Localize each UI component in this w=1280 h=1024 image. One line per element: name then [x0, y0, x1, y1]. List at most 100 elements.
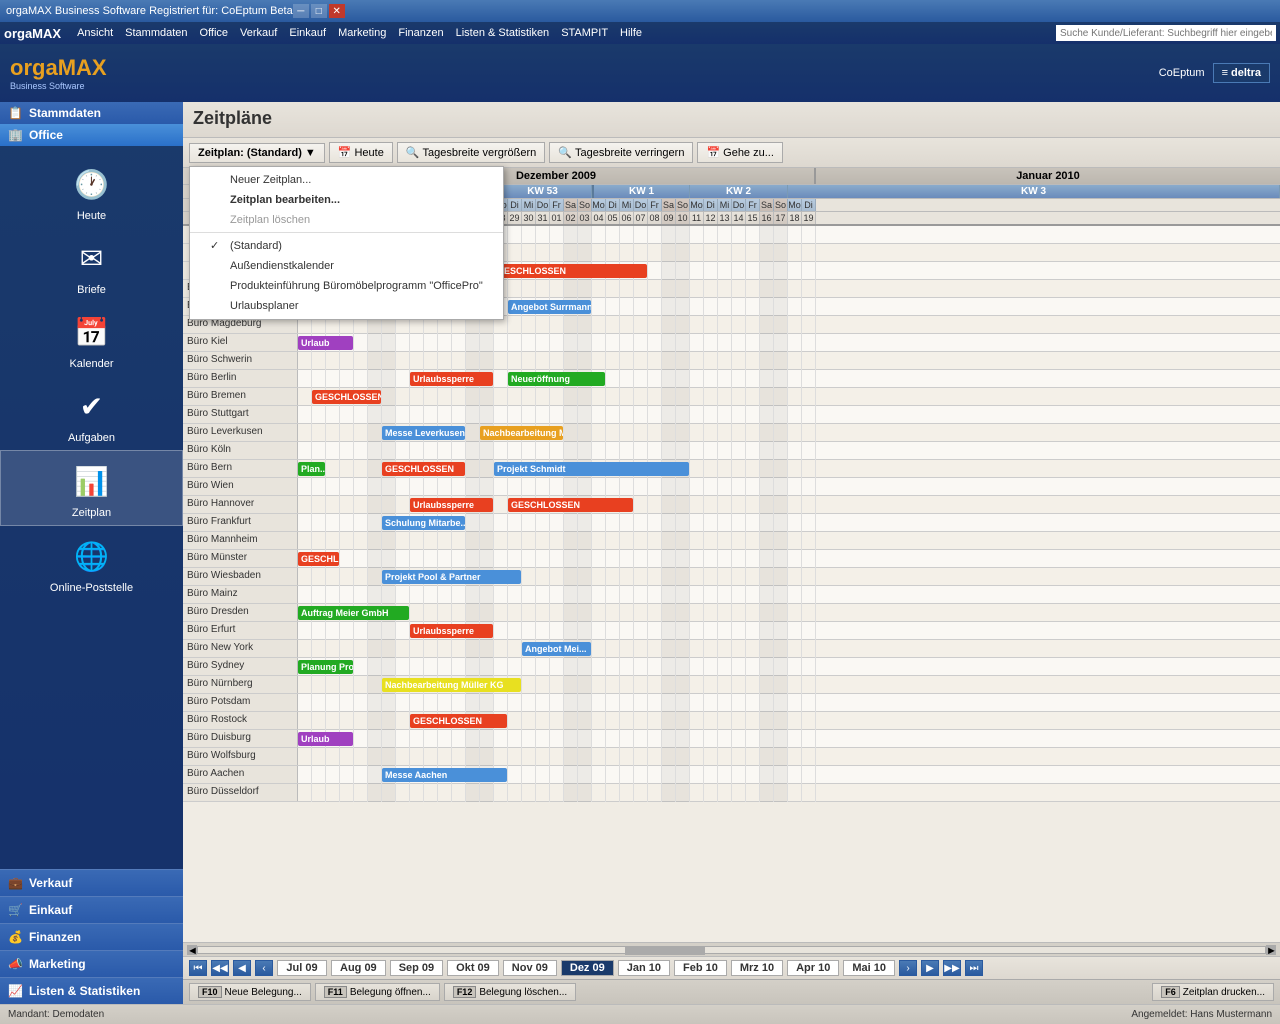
sidebar-item-kalender[interactable]: 📅 Kalender: [0, 302, 183, 376]
sidebar-item-listen[interactable]: 📈 Listen & Statistiken: [0, 977, 183, 1004]
nav-mai10[interactable]: Mai 10: [843, 960, 895, 976]
menu-listen[interactable]: Listen & Statistiken: [450, 25, 556, 41]
sidebar-section-office[interactable]: 🏢 Office: [0, 124, 183, 146]
zeitplan-drucken-button[interactable]: F6 Zeitplan drucken...: [1152, 983, 1274, 1001]
dropdown-buromobel[interactable]: Produkteinführung Büromöbelprogramm "Off…: [190, 276, 503, 296]
belegung-oeffnen-button[interactable]: F11 Belegung öffnen...: [315, 983, 440, 1001]
nav-first-button[interactable]: ⏮: [189, 960, 207, 976]
dropdown-new[interactable]: Neuer Zeitplan...: [190, 170, 503, 190]
event-27-0[interactable]: GESCHLOSSEN: [410, 714, 507, 728]
event-11-1[interactable]: Nachbearbeitung Me...: [480, 426, 563, 440]
menu-hilfe[interactable]: Hilfe: [614, 25, 648, 41]
sidebar-item-zeitplan[interactable]: 📊 Zeitplan: [0, 450, 183, 526]
nav-next-button[interactable]: ▶: [921, 960, 939, 976]
maximize-button[interactable]: □: [311, 4, 327, 18]
menu-verkauf[interactable]: Verkauf: [234, 25, 283, 41]
event-19-0[interactable]: Projekt Pool & Partner: [382, 570, 521, 584]
dropdown-urlaubsplaner[interactable]: Urlaubsplaner: [190, 296, 503, 316]
nav-apr10[interactable]: Apr 10: [787, 960, 839, 976]
event-23-0[interactable]: Angebot Mei...: [522, 642, 591, 656]
menu-finanzen[interactable]: Finanzen: [392, 25, 449, 41]
cal-body[interactable]: lung Müller KGEröffnung Heinze ...GESCHL…: [183, 226, 1280, 942]
menu-einkauf[interactable]: Einkauf: [283, 25, 332, 41]
event-15-0[interactable]: Urlaubssperre: [410, 498, 493, 512]
titlebar: orgaMAX Business Software Registriert fü…: [0, 0, 1280, 22]
nav-prev-small-button[interactable]: ‹: [255, 960, 273, 976]
event-6-0[interactable]: Urlaub: [298, 336, 353, 350]
event-16-0[interactable]: Schulung Mitarbe...: [382, 516, 465, 530]
cal-scrollbar[interactable]: ◄ ►: [183, 942, 1280, 956]
sidebar-item-briefe[interactable]: ✉ Briefe: [0, 228, 183, 302]
dropdown-standard[interactable]: ✓ (Standard): [190, 235, 503, 256]
sidebar-section-stammdaten[interactable]: 📋 Stammdaten: [0, 102, 183, 124]
cell-23-3: [340, 640, 354, 658]
event-22-0[interactable]: Urlaubssperre: [410, 624, 493, 638]
scroll-left-icon[interactable]: ◄: [187, 945, 197, 955]
nav-last-button[interactable]: ⏭: [965, 960, 983, 976]
sidebar-item-verkauf[interactable]: 💼 Verkauf: [0, 869, 183, 896]
nav-next-far-button[interactable]: ▶▶: [943, 960, 961, 976]
menu-office[interactable]: Office: [194, 25, 235, 41]
menu-marketing[interactable]: Marketing: [332, 25, 392, 41]
event-30-0[interactable]: Messe Aachen: [382, 768, 507, 782]
nav-prev-button[interactable]: ◀: [233, 960, 251, 976]
event-13-0[interactable]: Plan...: [298, 462, 325, 476]
zeitplan-dropdown-button[interactable]: Zeitplan: (Standard) ▼: [189, 143, 325, 163]
nav-feb10[interactable]: Feb 10: [674, 960, 727, 976]
cell-25-32: [746, 676, 760, 694]
event-25-0[interactable]: Nachbearbeitung Müller KG: [382, 678, 521, 692]
marketing-label: Marketing: [29, 957, 86, 971]
search-input[interactable]: [1056, 25, 1276, 41]
nav-aug09[interactable]: Aug 09: [331, 960, 386, 976]
verringern-button[interactable]: 🔍 Tagesbreite verringern: [549, 142, 693, 163]
scroll-track[interactable]: [197, 946, 1266, 954]
sidebar-item-marketing[interactable]: 📣 Marketing: [0, 950, 183, 977]
dropdown-edit[interactable]: Zeitplan bearbeiten...: [190, 190, 503, 210]
menu-stammdaten[interactable]: Stammdaten: [119, 25, 193, 41]
sidebar-item-einkauf[interactable]: 🛒 Einkauf: [0, 896, 183, 923]
event-28-0[interactable]: Urlaub: [298, 732, 353, 746]
cell-31-20: [578, 784, 592, 802]
nav-next-small-button[interactable]: ›: [899, 960, 917, 976]
event-13-2[interactable]: Projekt Schmidt: [494, 462, 689, 476]
nav-mrz10[interactable]: Mrz 10: [731, 960, 783, 976]
menu-ansicht[interactable]: Ansicht: [71, 25, 119, 41]
event-4-2[interactable]: Angebot Surrmann: [508, 300, 591, 314]
sidebar-item-aufgaben[interactable]: ✔ Aufgaben: [0, 376, 183, 450]
event-9-0[interactable]: GESCHLOSSEN: [312, 390, 381, 404]
event-18-0[interactable]: GESCHL....: [298, 552, 339, 566]
sidebar-item-finanzen[interactable]: 💰 Finanzen: [0, 923, 183, 950]
event-21-0[interactable]: Auftrag Meier GmbH: [298, 606, 409, 620]
cell-7-2: [326, 352, 340, 370]
event-2-1[interactable]: GESCHLOSSEN: [494, 264, 647, 278]
event-11-0[interactable]: Messe Leverkusen: [382, 426, 465, 440]
sidebar-item-heute[interactable]: 🕐 Heute: [0, 154, 183, 228]
event-15-1[interactable]: GESCHLOSSEN: [508, 498, 633, 512]
belegung-loeschen-button[interactable]: F12 Belegung löschen...: [444, 983, 576, 1001]
event-8-1[interactable]: Neueröffnung: [508, 372, 605, 386]
event-13-1[interactable]: GESCHLOSSEN: [382, 462, 465, 476]
nav-okt09[interactable]: Okt 09: [447, 960, 499, 976]
close-button[interactable]: ✕: [329, 4, 345, 18]
nav-jan10[interactable]: Jan 10: [618, 960, 670, 976]
cell-31-30: [718, 784, 732, 802]
minimize-button[interactable]: ─: [293, 4, 309, 18]
event-8-0[interactable]: Urlaubssperre: [410, 372, 493, 386]
sidebar-item-online-poststelle[interactable]: 🌐 Online-Poststelle: [0, 526, 183, 600]
scroll-right-icon[interactable]: ►: [1266, 945, 1276, 955]
gehe-zu-button[interactable]: 📅 Gehe zu...: [697, 142, 782, 163]
menu-stampit[interactable]: STAMPIT: [555, 25, 614, 41]
vergroessern-button[interactable]: 🔍 Tagesbreite vergrößern: [397, 142, 545, 163]
nav-sep09[interactable]: Sep 09: [390, 960, 443, 976]
nav-nov09[interactable]: Nov 09: [503, 960, 557, 976]
neue-belegung-button[interactable]: F10 Neue Belegung...: [189, 983, 311, 1001]
event-24-0[interactable]: Planung Proj...: [298, 660, 353, 674]
scroll-thumb[interactable]: [625, 947, 705, 955]
heute-button[interactable]: 📅 Heute: [329, 142, 393, 163]
briefe-label: Briefe: [77, 284, 106, 296]
nav-jul09[interactable]: Jul 09: [277, 960, 327, 976]
nav-dez09[interactable]: Dez 09: [561, 960, 614, 976]
dropdown-aussendienstkalender[interactable]: Außendienstkalender: [190, 256, 503, 276]
nav-prev-far-button[interactable]: ◀◀: [211, 960, 229, 976]
cell-7-15: [508, 352, 522, 370]
